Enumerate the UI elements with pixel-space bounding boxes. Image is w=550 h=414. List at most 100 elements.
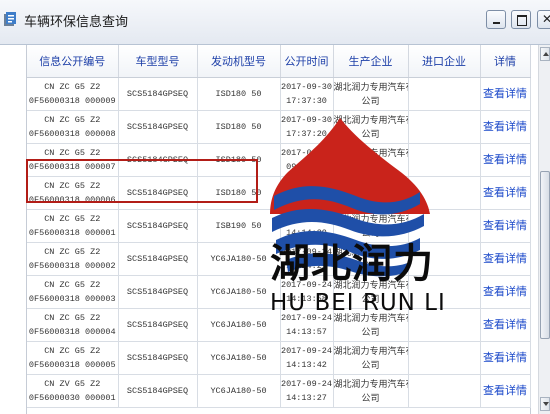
cell-detail: 查看详情 [480,209,531,243]
cell-manufacturer-line: 湖北润力专用汽车有限 [333,379,408,389]
title-bar: 车辆环保信息查询 ✕ [0,0,550,45]
table-row[interactable]: CN ZV G5 Z2 0F56000030 000001 SCS5184GPSEQ… [27,374,531,408]
cell-vehicle-model-line: SCS5184GPSEQ [126,221,189,231]
view-details-link[interactable]: 查看详情 [483,154,527,166]
col-header-info-no[interactable]: 信息公开编号 [27,45,119,78]
cell-info-no: CN ZC G5 Z2 0F56000318 000001 [27,209,119,243]
col-header-detail[interactable]: 详情 [480,45,531,78]
cell-info-no: CN ZC G5 Z2 0F56000318 000002 [27,242,119,276]
cell-engine-model: YC6JA180-50 [197,275,281,309]
view-details-link[interactable]: 查看详情 [483,220,527,232]
cell-info-no-line: 0F56000030 000001 [28,393,116,403]
view-details-link[interactable]: 查看详情 [483,352,527,364]
cell-vehicle-model: SCS5184GPSEQ [118,242,198,276]
col-header-manufacturer[interactable]: 生产企业 [333,45,409,78]
cell-vehicle-model-line: SCS5184GPSEQ [126,254,189,264]
vertical-scrollbar[interactable] [538,45,550,414]
minimize-button[interactable] [486,10,506,29]
cell-vehicle-model-line: SCS5184GPSEQ [126,320,189,330]
cell-engine-model: YC6JA180-50 [197,308,281,342]
view-details-link[interactable]: 查看详情 [483,385,527,397]
cell-manufacturer-line: 湖北润力专用汽车有限 [333,82,408,92]
cell-manufacturer-line: 公司 [361,393,380,403]
col-header-vehicle-model[interactable]: 车型型号 [118,45,198,78]
close-button[interactable]: ✕ [537,10,550,29]
cell-info-no: CN ZC G5 Z2 0F56000318 000009 [27,77,119,111]
view-details-link[interactable]: 查看详情 [483,121,527,133]
cell-info-no: CN ZC G5 Z2 0F56000318 000008 [27,110,119,144]
results-panel: 信息公开编号 车型型号 发动机型号 公开时间 生产企业 进口企业 详情 CN Z… [0,45,550,414]
cell-info-no-line: 0F56000318 000004 [28,327,116,337]
cell-info-no: CN ZV G5 Z2 0F56000030 000001 [27,374,119,408]
app-icon [3,11,19,27]
arrow-up-icon [543,52,549,56]
cell-engine-model-line: ISB190 50 [215,221,262,231]
cell-manufacturer-line: 湖北润力专用汽车有限 [333,346,408,356]
cell-publish-time-line: 14:13:42 [286,360,327,370]
cell-vehicle-model: SCS5184GPSEQ [118,77,198,111]
view-details-link[interactable]: 查看详情 [483,253,527,265]
cell-engine-model: YC6JA180-50 [197,242,281,276]
cell-vehicle-model: SCS5184GPSEQ [118,209,198,243]
cell-manufacturer-line: 公司 [361,327,380,337]
cell-vehicle-model: SCS5184GPSEQ [118,341,198,375]
cell-info-no-line: CN ZC G5 Z2 [44,247,101,257]
cell-manufacturer: 湖北润力专用汽车有限公司 [333,77,409,111]
cell-engine-model: YC6JA180-50 [197,374,281,408]
cell-engine-model: YC6JA180-50 [197,341,281,375]
cell-detail: 查看详情 [480,374,531,408]
cell-publish-time-line: 2017-09-24 [280,346,332,356]
cell-detail: 查看详情 [480,242,531,276]
close-icon: ✕ [542,12,550,26]
cell-engine-model-line: YC6JA180-50 [210,287,267,297]
cell-detail: 查看详情 [480,143,531,177]
cell-importer [408,374,481,408]
cell-engine-model-line: YC6JA180-50 [210,386,267,396]
col-header-importer[interactable]: 进口企业 [408,45,481,78]
cell-vehicle-model-line: SCS5184GPSEQ [126,287,189,297]
table-header-row: 信息公开编号 车型型号 发动机型号 公开时间 生产企业 进口企业 详情 [27,45,531,78]
cell-info-no-line: CN ZC G5 Z2 [44,82,101,92]
view-details-link[interactable]: 查看详情 [483,319,527,331]
col-header-engine-model[interactable]: 发动机型号 [197,45,281,78]
scroll-down-button[interactable] [540,397,550,411]
view-details-link[interactable]: 查看详情 [483,88,527,100]
cell-engine-model: ISB190 50 [197,209,281,243]
cell-detail: 查看详情 [480,77,531,111]
cell-publish-time-line: 17:37:30 [286,96,327,106]
cell-vehicle-model-line: SCS5184GPSEQ [126,353,189,363]
col-header-publish-time[interactable]: 公开时间 [280,45,334,78]
cell-info-no: CN ZC G5 Z2 0F56000318 000005 [27,341,119,375]
cell-publish-time: 2017-09-30 17:37:30 [280,77,334,111]
cell-publish-time-line: 14:13:57 [286,327,327,337]
cell-publish-time-line: 2017-09-30 [280,82,332,92]
cell-vehicle-model: SCS5184GPSEQ [118,308,198,342]
cell-detail: 查看详情 [480,308,531,342]
arrow-down-icon [543,402,549,406]
view-details-link[interactable]: 查看详情 [483,187,527,199]
maximize-icon [517,15,527,26]
cell-engine-model-line: ISD180 50 [215,89,262,99]
cell-engine-model-line: YC6JA180-50 [210,320,267,330]
cell-manufacturer: 湖北润力专用汽车有限公司 [333,374,409,408]
table-row[interactable]: CN ZC G5 Z2 0F56000318 000009 SCS5184GPSEQ… [27,77,531,111]
cell-info-no-line: 0F56000318 000001 [28,228,116,238]
cell-publish-time: 2017-09-24 14:13:42 [280,341,334,375]
cell-engine-model: ISD180 50 [197,77,281,111]
cell-info-no-line: CN ZC G5 Z2 [44,280,101,290]
view-details-link[interactable]: 查看详情 [483,286,527,298]
cell-publish-time-line: 2017-09-24 [280,379,332,389]
maximize-button[interactable] [511,10,531,29]
cell-engine-model-line: YC6JA180-50 [210,254,267,264]
cell-info-no-line: 0F56000318 000008 [28,129,116,139]
logo-english-name: HU BEI RUN LI [270,290,446,316]
cell-vehicle-model: SCS5184GPSEQ [118,110,198,144]
cell-manufacturer-line: 公司 [361,96,380,106]
table-row[interactable]: CN ZC G5 Z2 0F56000318 000005 SCS5184GPSEQ… [27,341,531,375]
window-title: 车辆环保信息查询 [24,14,129,29]
cell-manufacturer: 湖北润力专用汽车有限公司 [333,341,409,375]
scroll-thumb[interactable] [540,171,550,339]
cell-info-no-line: CN ZV G5 Z2 [44,379,101,389]
scroll-up-button[interactable] [540,47,550,61]
cell-engine-model: ISD180 50 [197,110,281,144]
